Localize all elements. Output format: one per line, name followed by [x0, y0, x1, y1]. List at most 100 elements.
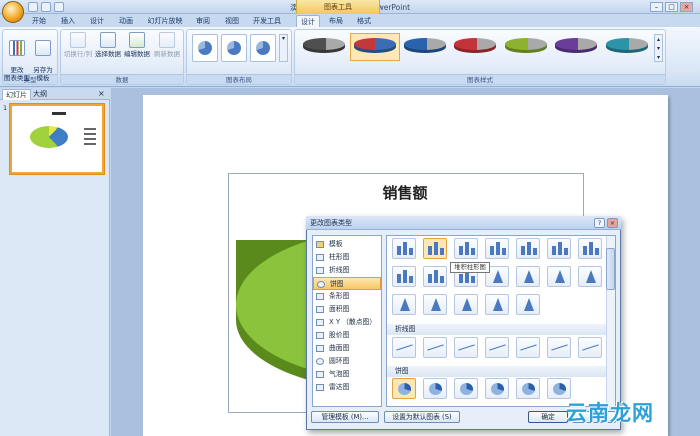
- category-label: 雷达图: [329, 383, 350, 391]
- layout-more-icon[interactable]: ▾: [279, 34, 288, 62]
- tab-animation[interactable]: 动画: [115, 15, 137, 27]
- dialog-help-button[interactable]: ?: [594, 218, 605, 228]
- cone-glyph: [555, 270, 565, 283]
- close-button[interactable]: ×: [680, 2, 693, 12]
- chart-subtype-option[interactable]: [547, 337, 571, 358]
- tab-chart-design[interactable]: 设计: [296, 15, 320, 27]
- chart-style-option[interactable]: [352, 35, 398, 57]
- chart-subtype-option[interactable]: [454, 337, 478, 358]
- chart-subtype-option[interactable]: [454, 238, 478, 259]
- category-doughnut[interactable]: 圆环图: [313, 355, 381, 368]
- chart-style-option[interactable]: [452, 35, 498, 57]
- category-radar[interactable]: 雷达图: [313, 381, 381, 394]
- category-line[interactable]: 折线图: [313, 264, 381, 277]
- surface-chart-icon: [316, 345, 324, 352]
- tab-design[interactable]: 设计: [86, 15, 108, 27]
- chart-style-option[interactable]: [553, 35, 599, 57]
- chart-style-pie-icon: [555, 38, 597, 50]
- chart-subtype-option[interactable]: [516, 294, 540, 315]
- chart-subtype-option[interactable]: [516, 238, 540, 259]
- set-default-chart-button[interactable]: 设置为默认图表 (S): [384, 411, 460, 423]
- chart-subtype-option[interactable]: [454, 294, 478, 315]
- chart-subtype-option[interactable]: [578, 238, 602, 259]
- chart-subtype-option[interactable]: [454, 378, 478, 399]
- bar-glyph: [595, 248, 599, 255]
- dialog-close-button[interactable]: ×: [607, 218, 618, 228]
- chart-style-option[interactable]: [301, 35, 347, 57]
- category-label: 条形图: [329, 292, 350, 300]
- chart-subtype-option[interactable]: [392, 378, 416, 399]
- column-chart-icon: [316, 254, 324, 261]
- folder-icon: [316, 241, 324, 248]
- ok-button[interactable]: 确定: [528, 411, 568, 423]
- tab-chart-format[interactable]: 格式: [353, 15, 375, 27]
- tab-home[interactable]: 开始: [28, 15, 50, 27]
- tab-slides[interactable]: 幻灯片: [2, 89, 31, 100]
- category-template[interactable]: 模板: [313, 238, 381, 251]
- chart-subtype-option[interactable]: [516, 337, 540, 358]
- thumbnail-legend-mark: [84, 138, 96, 140]
- chart-style-option[interactable]: [604, 35, 650, 57]
- tab-chart-layout[interactable]: 布局: [325, 15, 347, 27]
- chart-subtype-option[interactable]: [578, 266, 602, 287]
- tab-insert[interactable]: 插入: [57, 15, 79, 27]
- refresh-data-button[interactable]: 刷新数据: [152, 32, 182, 58]
- chart-subtype-option[interactable]: [392, 294, 416, 315]
- chart-title[interactable]: 销售额: [340, 182, 470, 203]
- chart-type-icon: [9, 40, 25, 56]
- category-bar[interactable]: 条形图: [313, 290, 381, 303]
- pane-close-icon[interactable]: ×: [98, 89, 105, 98]
- chart-subtype-option[interactable]: [423, 378, 447, 399]
- category-bubble[interactable]: 气泡图: [313, 368, 381, 381]
- chart-style-option[interactable]: [402, 35, 448, 57]
- chart-subtype-option[interactable]: [516, 378, 540, 399]
- style-gallery-scroll-icon[interactable]: ▴ ▾ ▾: [654, 34, 663, 62]
- manage-templates-button[interactable]: 管理模板 (M)...: [311, 411, 379, 423]
- category-scatter[interactable]: X Y （散点图）: [313, 316, 381, 329]
- category-pie[interactable]: 饼图: [313, 277, 381, 290]
- chart-subtype-option[interactable]: [547, 238, 571, 259]
- office-button-icon[interactable]: [2, 1, 24, 23]
- chart-subtype-option[interactable]: [485, 238, 509, 259]
- chart-subtype-option[interactable]: [423, 294, 447, 315]
- save-as-template-button[interactable]: 另存为 模板: [30, 32, 56, 82]
- chart-subtype-option[interactable]: [485, 337, 509, 358]
- category-area[interactable]: 面积图: [313, 303, 381, 316]
- select-data-label: 选择数据: [95, 50, 121, 58]
- category-label: X Y （散点图）: [329, 318, 377, 326]
- layout-option-2[interactable]: [221, 34, 247, 62]
- chart-subtype-option[interactable]: [516, 266, 540, 287]
- chart-style-option[interactable]: [503, 35, 549, 57]
- tab-developer[interactable]: 开发工具: [250, 15, 284, 27]
- tab-outline[interactable]: 大纲: [30, 89, 50, 100]
- chart-subtype-option[interactable]: [485, 294, 509, 315]
- chart-subtype-option[interactable]: [392, 238, 416, 259]
- chart-subtype-option[interactable]: [485, 378, 509, 399]
- tab-review[interactable]: 审阅: [192, 15, 214, 27]
- select-data-button[interactable]: 选择数据: [94, 32, 122, 58]
- category-surface[interactable]: 曲面图: [313, 342, 381, 355]
- category-stock[interactable]: 股价图: [313, 329, 381, 342]
- chart-subtype-option[interactable]: [547, 378, 571, 399]
- category-column[interactable]: 柱形图: [313, 251, 381, 264]
- layout-option-1[interactable]: [192, 34, 218, 62]
- switch-row-column-button[interactable]: 切换行/列: [62, 32, 94, 58]
- chart-subtype-option[interactable]: [423, 266, 447, 287]
- chart-subtype-option[interactable]: [578, 337, 602, 358]
- bar-glyph: [558, 242, 562, 255]
- chart-subtype-option[interactable]: [423, 238, 447, 259]
- chart-subtype-option[interactable]: [392, 337, 416, 358]
- minimize-button[interactable]: –: [650, 2, 663, 12]
- gallery-scroll-thumb[interactable]: [606, 248, 615, 290]
- edit-data-button[interactable]: 编辑数据: [123, 32, 151, 58]
- change-chart-type-button[interactable]: 更改 图表类型: [4, 32, 30, 82]
- maximize-button[interactable]: □: [665, 2, 678, 12]
- tab-view[interactable]: 视图: [221, 15, 243, 27]
- layout-option-3[interactable]: [250, 34, 276, 62]
- chart-subtype-option[interactable]: [392, 266, 416, 287]
- doughnut-chart-icon: [316, 358, 324, 365]
- chart-subtype-option[interactable]: [423, 337, 447, 358]
- tab-slideshow[interactable]: 幻灯片放映: [145, 15, 185, 27]
- slide-number: 1: [3, 104, 8, 112]
- chart-subtype-option[interactable]: [547, 266, 571, 287]
